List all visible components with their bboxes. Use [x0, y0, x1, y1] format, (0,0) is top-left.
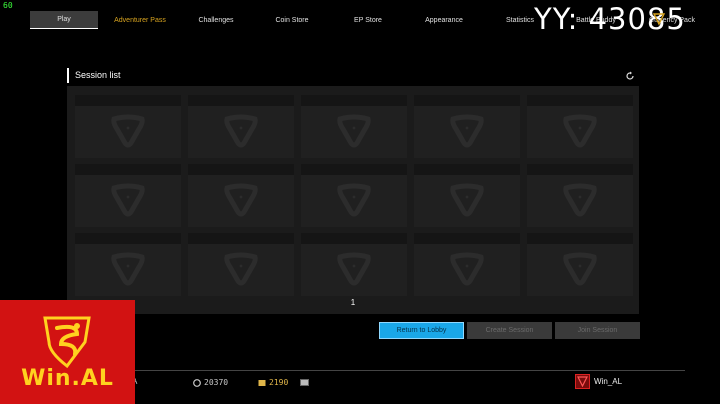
session-card[interactable]: [188, 95, 294, 158]
session-placeholder-icon: [224, 183, 258, 217]
coin-amount: 20370: [204, 378, 229, 387]
session-placeholder-icon: [337, 183, 371, 217]
session-grid: [75, 95, 633, 296]
session-card[interactable]: [188, 164, 294, 227]
session-card-header: [75, 233, 181, 244]
header-accent-bar: [67, 68, 69, 83]
session-card-header: [414, 95, 520, 106]
session-card-header: [414, 164, 520, 175]
session-card-header: [414, 233, 520, 244]
tab-coin-store[interactable]: Coin Store: [258, 11, 326, 29]
page-number: 1: [350, 298, 356, 307]
session-card-header: [527, 95, 633, 106]
session-placeholder-icon: [450, 183, 484, 217]
ep-balance: 2190: [258, 378, 288, 387]
player-info[interactable]: Win_AL: [575, 374, 622, 389]
session-placeholder-icon: [337, 114, 371, 148]
session-card-header: [301, 95, 407, 106]
session-card[interactable]: [301, 233, 407, 296]
join-session-button[interactable]: Join Session: [555, 322, 640, 339]
triangle-badge-icon: [652, 13, 666, 26]
session-card[interactable]: [414, 233, 520, 296]
player-avatar: [575, 374, 590, 389]
session-placeholder-icon: [450, 114, 484, 148]
win-al-logo: Win.AL: [0, 300, 135, 404]
session-list-header: Session list: [67, 68, 639, 85]
session-placeholder-icon: [224, 114, 258, 148]
tab-play[interactable]: Play: [30, 11, 98, 29]
session-card[interactable]: [527, 164, 633, 227]
session-card[interactable]: [527, 95, 633, 158]
session-card[interactable]: [75, 233, 181, 296]
session-placeholder-icon: [450, 252, 484, 286]
mail-icon[interactable]: [300, 379, 309, 386]
player-name: Win_AL: [594, 377, 623, 386]
refresh-icon[interactable]: [625, 71, 635, 81]
session-card-header: [75, 95, 181, 106]
session-placeholder-icon: [563, 183, 597, 217]
session-placeholder-icon: [224, 252, 258, 286]
session-list-panel: 1: [67, 86, 639, 314]
create-session-button[interactable]: Create Session: [467, 322, 552, 339]
logo-text: Win.AL: [21, 366, 114, 391]
session-placeholder-icon: [111, 114, 145, 148]
session-placeholder-icon: [337, 252, 371, 286]
session-list-title: Session list: [75, 70, 121, 80]
tab-adventurer-pass[interactable]: Adventurer Pass: [106, 11, 174, 29]
session-placeholder-icon: [563, 114, 597, 148]
session-card[interactable]: [75, 164, 181, 227]
session-card-header: [301, 233, 407, 244]
bottom-divider: [135, 370, 685, 371]
coin-icon: [193, 378, 201, 387]
session-placeholder-icon: [111, 252, 145, 286]
session-placeholder-icon: [111, 183, 145, 217]
session-card-header: [301, 164, 407, 175]
session-card[interactable]: [301, 164, 407, 227]
session-card-header: [527, 233, 633, 244]
return-to-lobby-button[interactable]: Return to Lobby: [379, 322, 464, 339]
player-emblem-icon: [577, 376, 588, 387]
dragon-shield-icon: [43, 316, 91, 368]
tab-challenges[interactable]: Challenges: [182, 11, 250, 29]
coin-balance: 20370: [193, 378, 228, 387]
session-card[interactable]: [527, 233, 633, 296]
session-card-header: [188, 164, 294, 175]
tab-appearance[interactable]: Appearance: [410, 11, 478, 29]
ep-icon: [258, 379, 266, 386]
session-card[interactable]: [75, 95, 181, 158]
fps-counter: 60: [3, 1, 13, 10]
session-card-header: [188, 95, 294, 106]
session-card-header: [75, 164, 181, 175]
session-card-header: [188, 233, 294, 244]
ep-amount: 2190: [269, 378, 289, 387]
session-card[interactable]: [188, 233, 294, 296]
session-card[interactable]: [414, 95, 520, 158]
session-card-header: [527, 164, 633, 175]
session-card[interactable]: [414, 164, 520, 227]
session-placeholder-icon: [563, 252, 597, 286]
tab-ep-store[interactable]: EP Store: [334, 11, 402, 29]
session-card[interactable]: [301, 95, 407, 158]
